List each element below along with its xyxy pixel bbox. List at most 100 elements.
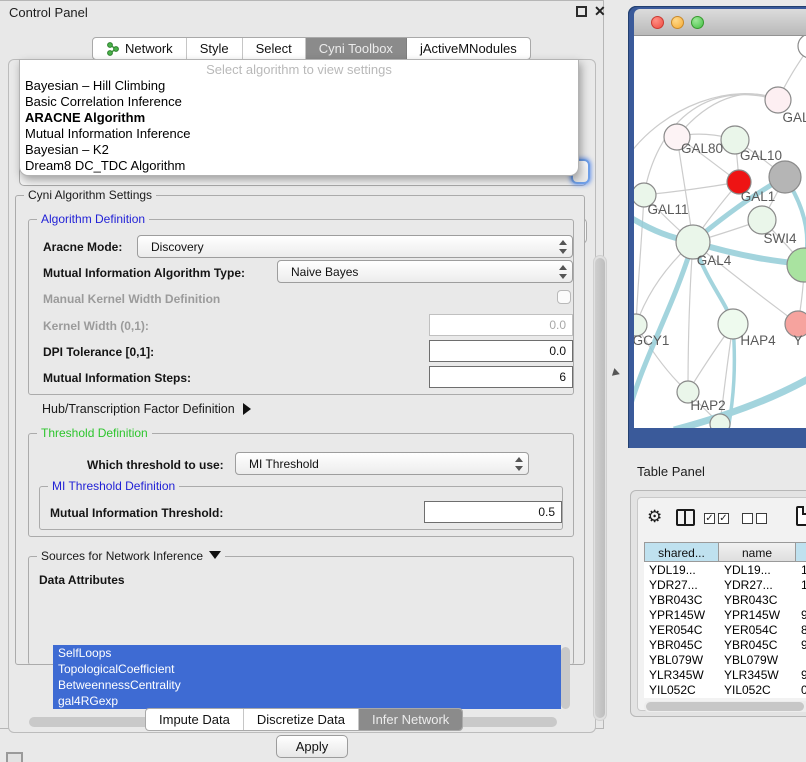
mac-close-icon[interactable] bbox=[651, 16, 664, 29]
mi-type-select[interactable]: Naive Bayes bbox=[277, 260, 573, 283]
manual-kernel-checkbox[interactable] bbox=[557, 290, 571, 304]
table-row[interactable]: YDR27...YDR27...12 bbox=[644, 577, 806, 592]
table-row[interactable]: YER054CYER054C8. bbox=[644, 622, 806, 637]
network-node[interactable] bbox=[748, 206, 776, 234]
table-row[interactable]: YBR043CYBR043C bbox=[644, 592, 806, 607]
aracne-mode-label: Aracne Mode: bbox=[43, 240, 122, 254]
gear-icon[interactable]: ⚙ bbox=[647, 507, 662, 527]
table-cell: YER054C bbox=[719, 622, 796, 637]
dpi-tolerance-field[interactable]: 0.0 bbox=[429, 340, 573, 362]
table-column-header[interactable]: name bbox=[719, 542, 796, 562]
table-row[interactable]: YIL052CYIL052C0. bbox=[644, 682, 806, 697]
table-cell: YBR043C bbox=[719, 592, 796, 607]
data-attributes-label: Data Attributes bbox=[39, 573, 125, 587]
tab-style[interactable]: Style bbox=[187, 38, 243, 59]
aracne-mode-select[interactable]: Discovery bbox=[137, 235, 573, 258]
threshold-definition-title: Threshold Definition bbox=[37, 426, 152, 440]
tab-impute-data[interactable]: Impute Data bbox=[146, 709, 244, 730]
mi-threshold-field[interactable]: 0.5 bbox=[424, 501, 562, 523]
tab-infer-network[interactable]: Infer Network bbox=[359, 709, 462, 730]
columns-icon[interactable] bbox=[676, 509, 695, 526]
algorithm-option[interactable]: Mutual Information Inference bbox=[20, 126, 578, 142]
algorithm-option[interactable]: ARACNE Algorithm bbox=[20, 110, 578, 126]
network-canvas[interactable]: GALGAL80GAL10GAL1GAL11SWI4GAL4GCY1HAP4YH… bbox=[634, 36, 806, 428]
data-attribute-item[interactable]: SelfLoops bbox=[53, 645, 561, 661]
tab-discretize-data[interactable]: Discretize Data bbox=[244, 709, 359, 730]
algorithm-option[interactable]: Dream8 DC_TDC Algorithm bbox=[20, 158, 578, 174]
data-attributes-list[interactable]: SelfLoopsTopologicalCoefficientBetweenne… bbox=[53, 645, 561, 713]
mac-minimize-icon[interactable] bbox=[671, 16, 684, 29]
table-row[interactable]: YBL079WYBL079W bbox=[644, 652, 806, 667]
network-graph: GALGAL80GAL10GAL1GAL11SWI4GAL4GCY1HAP4YH… bbox=[634, 36, 806, 428]
network-node[interactable] bbox=[798, 36, 806, 58]
network-node[interactable] bbox=[787, 248, 806, 282]
network-node-label: GAL bbox=[782, 110, 806, 125]
table-row[interactable]: YBR045CYBR045C9. bbox=[644, 637, 806, 652]
network-node-label: GAL80 bbox=[681, 141, 723, 156]
partial-bottom-icon bbox=[6, 752, 23, 762]
kernel-width-field[interactable]: 0.0 bbox=[429, 314, 573, 336]
scrollbar-thumb[interactable] bbox=[646, 702, 804, 711]
close-icon[interactable]: ✕ bbox=[594, 3, 606, 20]
scrollbar-thumb[interactable] bbox=[595, 258, 605, 718]
table-row[interactable]: YLR345WYLR345W9. bbox=[644, 667, 806, 682]
data-attribute-item[interactable]: BetweennessCentrality bbox=[53, 677, 561, 693]
tab-network-label: Network bbox=[125, 41, 173, 56]
tab-cyni-toolbox[interactable]: Cyni Toolbox bbox=[306, 38, 407, 59]
export-table-icon[interactable] bbox=[796, 506, 806, 526]
sources-title[interactable]: Sources for Network Inference bbox=[37, 549, 225, 563]
hub-definition-expander[interactable]: Hub/Transcription Factor Definition bbox=[42, 402, 251, 416]
table-panel-inner: ⚙ ✓ ✓ shared...nameA YDL19...YDL19...13Y… bbox=[637, 497, 806, 711]
dpi-tolerance-label: DPI Tolerance [0,1]: bbox=[43, 345, 154, 359]
node-table: shared...nameA YDL19...YDL19...13YDR27..… bbox=[644, 542, 806, 698]
cyni-toolbox-panel: Select algorithm to view settings Bayesi… bbox=[8, 59, 596, 733]
deselect-checkbox-icon[interactable] bbox=[742, 513, 753, 524]
deselect-checkbox-icon[interactable] bbox=[756, 513, 767, 524]
table-cell: YDR27... bbox=[644, 577, 719, 592]
tab-jactivemnodules[interactable]: jActiveMNodules bbox=[407, 38, 530, 59]
table-cell: YER054C bbox=[644, 622, 719, 637]
mi-threshold-title: MI Threshold Definition bbox=[48, 479, 179, 493]
control-panel-window: Control Panel ✕ Network Style Select Cyn… bbox=[0, 0, 604, 729]
control-panel-tabs: Network Style Select Cyni Toolbox jActiv… bbox=[92, 37, 531, 60]
mouse-cursor bbox=[612, 368, 621, 378]
algorithm-option[interactable]: Bayesian – Hill Climbing bbox=[20, 78, 578, 94]
attributes-scrollbar[interactable] bbox=[561, 647, 570, 709]
stepper-icon bbox=[558, 240, 566, 254]
table-column-header[interactable]: A bbox=[796, 542, 806, 562]
table-column-header[interactable]: shared... bbox=[644, 542, 719, 562]
mac-zoom-icon[interactable] bbox=[691, 16, 704, 29]
table-horizontal-scrollbar[interactable] bbox=[644, 701, 806, 712]
algorithm-dropdown-placeholder: Select algorithm to view settings bbox=[20, 60, 578, 78]
network-node[interactable] bbox=[710, 414, 730, 428]
algorithm-dropdown-popup: Select algorithm to view settings Bayesi… bbox=[19, 59, 579, 176]
algorithm-option[interactable]: Basic Correlation Inference bbox=[20, 94, 578, 110]
settings-vertical-scrollbar[interactable] bbox=[593, 255, 607, 721]
select-all-checkbox-icon[interactable]: ✓ bbox=[704, 513, 715, 524]
table-cell: YBR045C bbox=[644, 637, 719, 652]
data-attribute-item[interactable]: TopologicalCoefficient bbox=[53, 661, 561, 677]
algorithm-dropdown-list: Bayesian – Hill ClimbingBasic Correlatio… bbox=[20, 78, 578, 174]
network-node-label: HAP2 bbox=[690, 398, 725, 413]
float-window-icon[interactable] bbox=[576, 6, 587, 17]
table-cell: YBR043C bbox=[644, 592, 719, 607]
tab-select[interactable]: Select bbox=[243, 38, 306, 59]
select-all-checkbox-icon[interactable]: ✓ bbox=[718, 513, 729, 524]
network-node-label: GCY1 bbox=[634, 333, 669, 348]
data-attribute-item[interactable]: gal4RGexp bbox=[53, 693, 561, 709]
network-window-titlebar[interactable] bbox=[634, 9, 806, 36]
apply-button[interactable]: Apply bbox=[276, 735, 348, 758]
algorithm-definition-title: Algorithm Definition bbox=[37, 212, 149, 226]
cyni-mode-tabs: Impute Data Discretize Data Infer Networ… bbox=[145, 708, 463, 731]
table-cell: 0. bbox=[796, 682, 806, 697]
table-row[interactable]: YPR145WYPR145W9. bbox=[644, 607, 806, 622]
table-cell: YBL079W bbox=[719, 652, 796, 667]
table-cell: 9. bbox=[796, 607, 806, 622]
table-row[interactable]: YDL19...YDL19...13 bbox=[644, 562, 806, 577]
tab-network[interactable]: Network bbox=[93, 38, 187, 59]
algorithm-option[interactable]: Bayesian – K2 bbox=[20, 142, 578, 158]
which-threshold-select[interactable]: MI Threshold bbox=[235, 452, 529, 475]
mi-steps-field[interactable]: 6 bbox=[429, 366, 573, 388]
algorithm-definition-group: Algorithm Definition Aracne Mode: Discov… bbox=[28, 219, 574, 395]
table-cell: YLR345W bbox=[644, 667, 719, 682]
